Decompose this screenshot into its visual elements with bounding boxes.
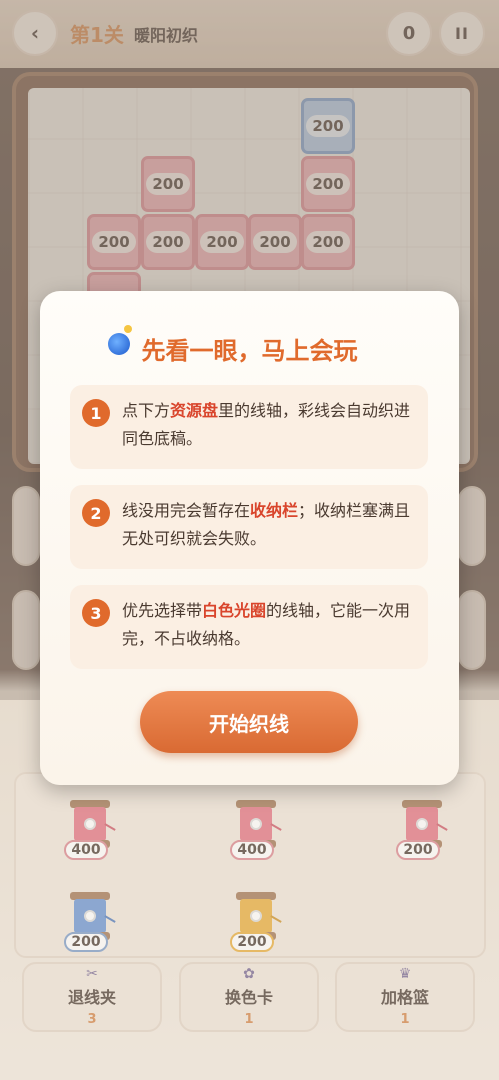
step-highlight: 资源盘 [170,401,219,420]
step-text: 线没用完会暂存在收纳栏；收纳栏塞满且无处可织就会失败。 [122,501,411,548]
step-text: 优先选择带白色光圈的线轴，它能一次用完，不占收纳格。 [122,601,411,648]
tutorial-step: 1 点下方资源盘里的线轴，彩线会自动织进同色底稿。 [70,385,428,469]
step-number: 2 [82,499,110,527]
step-highlight: 收纳栏 [250,501,299,520]
step-highlight: 白色光圈 [202,601,267,620]
step-text: 点下方资源盘里的线轴，彩线会自动织进同色底稿。 [122,401,411,448]
start-weaving-button[interactable]: 开始织线 [140,691,358,753]
modal-title: 先看一眼，马上会玩 [141,337,358,365]
tutorial-step: 2 线没用完会暂存在收纳栏；收纳栏塞满且无处可织就会失败。 [70,485,428,569]
step-number: 1 [82,399,110,427]
tutorial-step: 3 优先选择带白色光圈的线轴，它能一次用完，不占收纳格。 [70,585,428,669]
tutorial-modal: 先看一眼，马上会玩 1 点下方资源盘里的线轴，彩线会自动织进同色底稿。 2 线没… [40,291,459,785]
step-number: 3 [82,599,110,627]
